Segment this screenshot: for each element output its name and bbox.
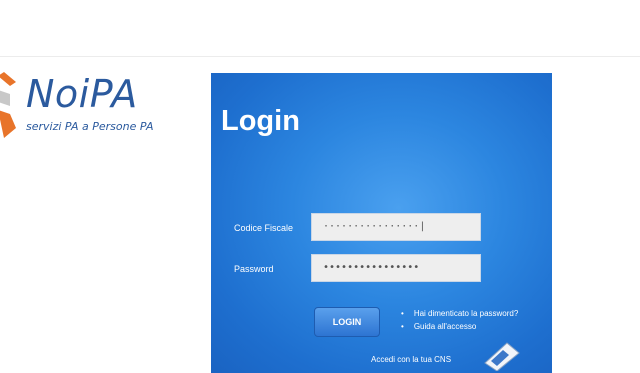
- codice-fiscale-input[interactable]: ················|: [311, 213, 481, 241]
- login-panel: Login Codice Fiscale ················| P…: [211, 73, 552, 373]
- top-bar: [0, 0, 640, 57]
- password-input[interactable]: ••••••••••••••••: [311, 254, 481, 282]
- noipa-logo[interactable]: NoiPA servizi PA a Persone PA: [0, 70, 180, 150]
- bullet-icon: •: [401, 322, 404, 331]
- forgot-password-text: Hai dimenticato la password?: [413, 309, 519, 318]
- password-label: Password: [234, 264, 274, 274]
- smart-card-icon[interactable]: [481, 341, 521, 371]
- access-guide-text: Guida all'accesso: [413, 322, 477, 331]
- help-links: • Hai dimenticato la password? • Guida all…: [401, 307, 518, 333]
- codice-fiscale-label: Codice Fiscale: [234, 223, 294, 233]
- login-title: Login: [221, 105, 300, 137]
- logo-name: NoiPA: [26, 72, 138, 116]
- access-guide-link[interactable]: • Guida all'accesso: [401, 320, 518, 333]
- login-button[interactable]: LOGIN: [314, 307, 380, 337]
- logo-chevron-icon: [0, 72, 16, 138]
- forgot-password-link[interactable]: • Hai dimenticato la password?: [401, 307, 518, 320]
- bullet-icon: •: [401, 309, 404, 318]
- logo-tagline: servizi PA a Persone PA: [26, 120, 154, 133]
